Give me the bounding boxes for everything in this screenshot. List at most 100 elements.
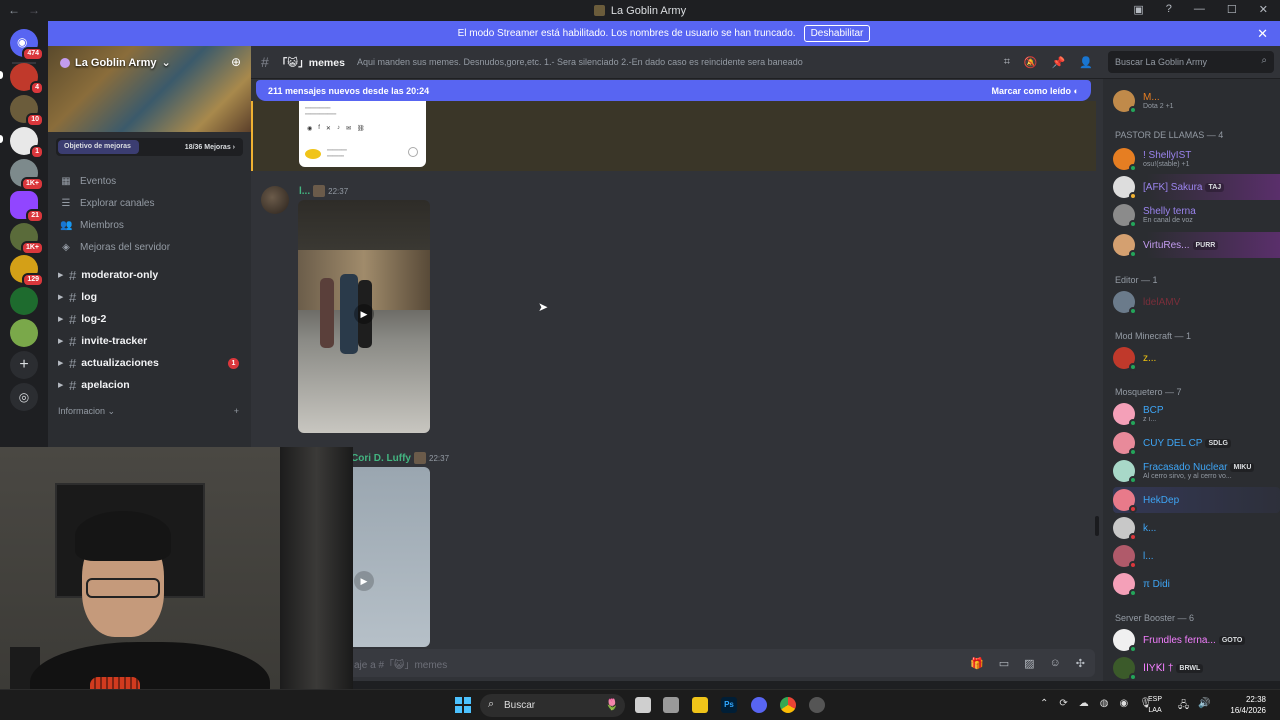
member-item[interactable]: Fracasado Nuclear MIKU Al cerro sirvo, y a…: [1113, 458, 1280, 484]
member-item[interactable]: M... Dota 2 +1: [1113, 88, 1280, 114]
boost-goal-label: Objetivo de mejoras: [58, 140, 139, 154]
category-informacion[interactable]: Informacion ⌄ +: [48, 402, 251, 420]
member-item[interactable]: l...: [1113, 543, 1280, 569]
video-attachment[interactable]: ▶: [298, 200, 430, 433]
channel-topic[interactable]: Aqui manden sus memes. Desnudos,gore,etc…: [357, 57, 803, 67]
forward-arrow-icon[interactable]: →: [28, 3, 40, 17]
server-icon[interactable]: 1K+: [10, 223, 44, 255]
nav-browse-channels[interactable]: ☰ Explorar canales: [48, 192, 251, 214]
server-icon[interactable]: [10, 319, 38, 347]
channel-actualizaciones[interactable]: ▶ # actualizaciones 1: [48, 352, 251, 374]
server-banner[interactable]: La Goblin Army ⌄ ⊕: [48, 46, 251, 132]
server-icon[interactable]: 4: [10, 63, 44, 95]
author-name[interactable]: l...: [299, 186, 310, 197]
server-icon[interactable]: 1K+: [10, 159, 44, 191]
member-list-icon[interactable]: 👤: [1079, 56, 1093, 69]
member-item[interactable]: [AFK] Sakura TAJ: [1113, 174, 1280, 200]
play-icon[interactable]: ▶: [354, 571, 374, 591]
chevron-down-icon: ⌄: [161, 57, 171, 69]
apps-icon[interactable]: ✣: [1076, 657, 1085, 670]
gif-icon[interactable]: ▭: [999, 657, 1009, 670]
server-icon[interactable]: 129: [10, 255, 44, 287]
channel-moderator-only[interactable]: ▶ # moderator-only: [48, 264, 251, 286]
app-tray-icon[interactable]: ◍: [1100, 698, 1109, 709]
rail-badge: 21: [26, 209, 44, 223]
language-indicator[interactable]: ESP LAA: [1148, 694, 1162, 716]
direct-messages-button[interactable]: ◉ 474: [10, 29, 44, 61]
nav-events[interactable]: ▦ Eventos: [48, 170, 251, 192]
emoji-icon[interactable]: ☺: [1050, 657, 1061, 670]
steam-icon[interactable]: [809, 697, 825, 713]
author-name[interactable]: Cori D. Luffy: [351, 453, 411, 464]
sticker-icon[interactable]: ▨: [1024, 657, 1034, 670]
minimize-button[interactable]: —: [1194, 3, 1205, 16]
invite-icon[interactable]: ⊕: [231, 55, 241, 69]
member-item[interactable]: BCP z ı...: [1113, 401, 1280, 427]
discord-icon[interactable]: [751, 697, 767, 713]
member-item[interactable]: k...: [1113, 515, 1280, 541]
pin-icon[interactable]: 📌: [1052, 56, 1066, 69]
windows-start-icon[interactable]: [455, 697, 471, 713]
disable-streamer-button[interactable]: Deshabilitar: [803, 25, 871, 42]
nav-members[interactable]: 👥 Miembros: [48, 214, 251, 236]
sync-icon[interactable]: ⟳: [1059, 698, 1067, 709]
boost-goal-bar[interactable]: Objetivo de mejoras 18/36 Mejoras ›: [56, 138, 243, 156]
chevron-up-icon[interactable]: ⌃: [1040, 698, 1048, 709]
new-messages-bar[interactable]: 211 mensajes nuevos desde las 20:24 Marc…: [256, 80, 1091, 101]
scrollbar-thumb[interactable]: [1095, 516, 1099, 536]
member-item[interactable]: VirtuRes... PURR: [1113, 232, 1280, 258]
server-icon[interactable]: 10: [10, 95, 44, 127]
task-view-icon[interactable]: [635, 697, 651, 713]
chrome-icon[interactable]: [780, 697, 796, 713]
play-icon[interactable]: ▶: [354, 304, 374, 324]
member-item[interactable]: Shelly terna En canal de voz: [1113, 202, 1280, 228]
member-item[interactable]: ! ShellyIST osu!(stable) +1: [1113, 146, 1280, 172]
add-channel-icon[interactable]: +: [234, 406, 239, 416]
taskbar-clock[interactable]: 22:38 16/4/2026: [1230, 694, 1266, 716]
status-indicator: [1129, 673, 1137, 681]
channel-log[interactable]: ▶ # log: [48, 286, 251, 308]
taskbar-search[interactable]: ⌕ Buscar 🌷: [480, 694, 625, 717]
member-item[interactable]: π Didi: [1113, 571, 1280, 597]
member-item[interactable]: Frundles ferna... GOTO: [1113, 627, 1280, 653]
nav-server-boosts[interactable]: ◈ Mejoras del servidor: [48, 236, 251, 258]
inbox-icon[interactable]: ▣: [1133, 3, 1143, 16]
search-input[interactable]: Buscar La Goblin Army ⌕: [1108, 51, 1274, 73]
member-item[interactable]: CUY DEL CP SDLG: [1113, 430, 1280, 456]
member-item[interactable]: z...: [1113, 345, 1280, 371]
notifications-muted-icon[interactable]: 🔕: [1024, 56, 1038, 69]
member-item[interactable]: HekDep: [1113, 487, 1280, 513]
help-icon[interactable]: ?: [1166, 3, 1172, 16]
embed-image[interactable]: ═════════ ═══════════ ◉ f ✕ ♪ ✉ ⛓ ═══════ ═══…: [299, 101, 426, 167]
member-item[interactable]: ꓲꓲYꓗꓲ † BRWL: [1113, 655, 1280, 681]
gift-icon[interactable]: 🎁: [970, 657, 984, 670]
discover-icon[interactable]: ◎: [10, 383, 38, 411]
app-tray-icon[interactable]: ◉: [1120, 698, 1129, 709]
quick-settings[interactable]: 🖧 🔊: [1178, 698, 1211, 715]
message-input[interactable]: aje a #「😺」memes 🎁 ▭ ▨ ☺ ✣: [255, 649, 1095, 677]
close-window-button[interactable]: ✕: [1259, 3, 1268, 16]
threads-icon[interactable]: ⌗: [1004, 56, 1010, 69]
app-icon[interactable]: [663, 697, 679, 713]
mark-read-button[interactable]: Marcar como leído ◐: [992, 86, 1079, 96]
onedrive-icon[interactable]: ☁: [1079, 698, 1089, 709]
server-icon[interactable]: 21: [10, 191, 44, 223]
user-avatar[interactable]: [261, 186, 289, 214]
x-icon: ✕: [325, 126, 331, 132]
photoshop-icon[interactable]: Ps: [721, 697, 737, 713]
status-indicator: [1129, 533, 1137, 541]
close-icon[interactable]: ✕: [1257, 26, 1268, 42]
server-icon[interactable]: 1: [10, 127, 44, 159]
caret-icon: ▶: [58, 294, 64, 301]
status-indicator: [1129, 645, 1137, 653]
member-item[interactable]: ldelAMV: [1113, 289, 1280, 315]
maximize-button[interactable]: ☐: [1227, 3, 1237, 16]
back-arrow-icon[interactable]: ←: [8, 3, 20, 17]
server-name[interactable]: La Goblin Army ⌄: [60, 56, 171, 69]
server-icon[interactable]: [10, 287, 38, 315]
channel-invite-tracker[interactable]: ▶ # invite-tracker: [48, 330, 251, 352]
file-explorer-icon[interactable]: [692, 697, 708, 713]
channel-log-2[interactable]: ▶ # log-2: [48, 308, 251, 330]
channel-apelacion[interactable]: ▶ # apelacion: [48, 374, 251, 396]
add-server-icon[interactable]: +: [10, 351, 38, 379]
